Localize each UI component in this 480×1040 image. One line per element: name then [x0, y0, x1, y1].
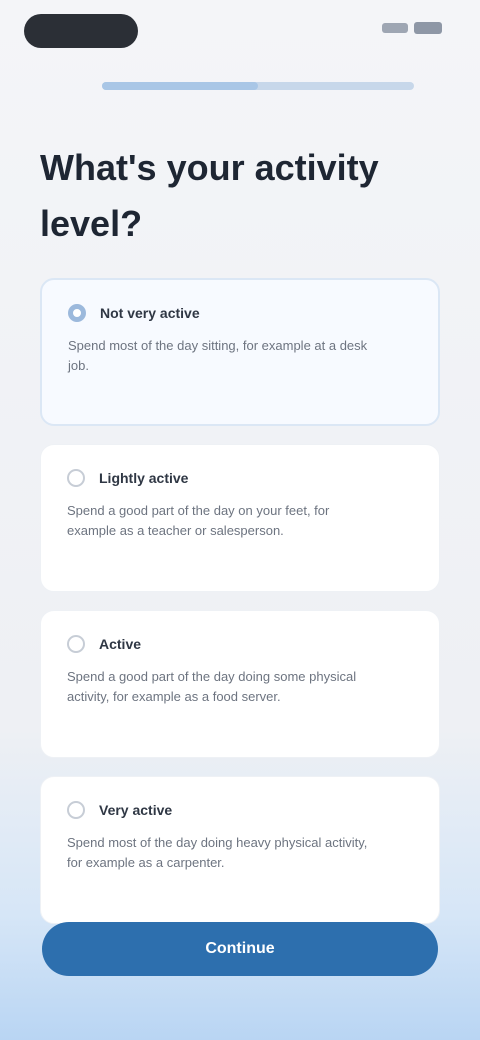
- option-card-active[interactable]: Active Spend a good part of the day doin…: [40, 610, 440, 758]
- status-bar: [0, 0, 480, 60]
- radio-icon[interactable]: [67, 469, 85, 487]
- activity-options: Not very active Spend most of the day si…: [40, 278, 440, 942]
- option-description: Spend a good part of the day on your fee…: [67, 503, 330, 538]
- option-card-very-active[interactable]: Very active Spend most of the day doing …: [40, 776, 440, 924]
- battery-icon: [414, 22, 442, 34]
- option-description: Spend most of the day sitting, for examp…: [68, 338, 368, 373]
- option-title: Not very active: [100, 305, 200, 321]
- continue-button[interactable]: Continue: [42, 922, 438, 976]
- radio-icon[interactable]: [68, 304, 86, 322]
- radio-icon[interactable]: [67, 635, 85, 653]
- option-title: Very active: [99, 802, 173, 818]
- option-title: Lightly active: [99, 470, 189, 486]
- signal-icon: [382, 23, 408, 33]
- option-description: Spend most of the day doing heavy physic…: [67, 835, 368, 870]
- progress-fill: [102, 82, 258, 90]
- dynamic-island: [24, 14, 138, 48]
- option-card-lightly-active[interactable]: Lightly active Spend a good part of the …: [40, 444, 440, 592]
- status-icons: [382, 22, 442, 34]
- option-title: Active: [99, 636, 142, 652]
- progress-bar: [102, 82, 414, 90]
- radio-icon[interactable]: [67, 801, 85, 819]
- option-card-not-very-active[interactable]: Not very active Spend most of the day si…: [40, 278, 440, 426]
- page-title: What's your activity level?: [40, 147, 379, 244]
- option-description: Spend a good part of the day doing some …: [67, 669, 357, 704]
